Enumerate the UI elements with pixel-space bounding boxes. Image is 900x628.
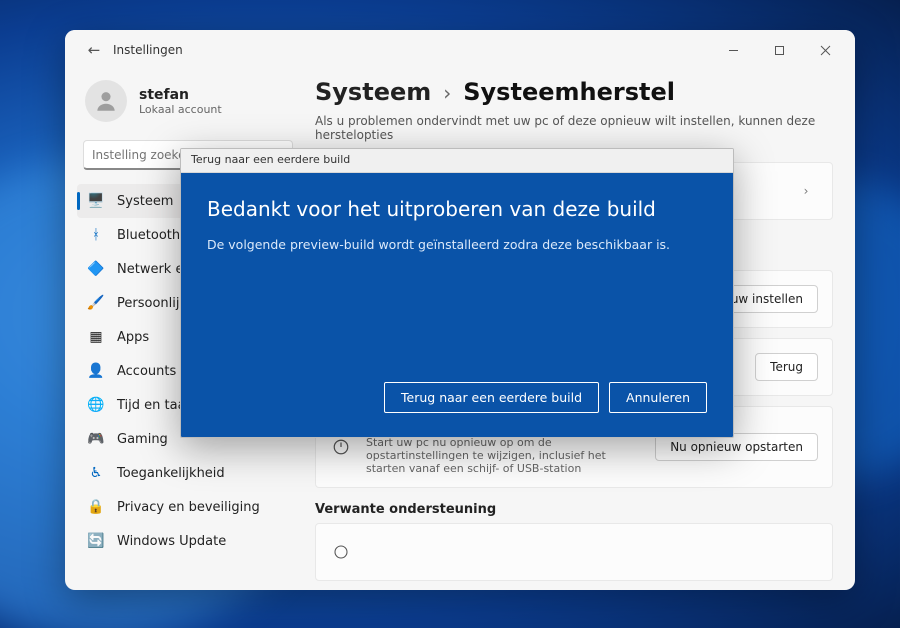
help-icon xyxy=(330,544,352,560)
support-card[interactable] xyxy=(315,523,833,581)
breadcrumb: Systeem › Systeemherstel xyxy=(305,78,833,110)
user-subtitle: Lokaal account xyxy=(139,103,222,116)
window-title: Instellingen xyxy=(113,43,183,57)
sidebar-item-label: Systeem xyxy=(117,194,173,209)
sidebar-item-label: Privacy en beveiliging xyxy=(117,500,260,515)
paint-icon: 🖌️ xyxy=(87,294,105,312)
sidebar-item-privacy[interactable]: 🔒 Privacy en beveiliging xyxy=(77,490,299,524)
user-profile[interactable]: stefan Lokaal account xyxy=(77,78,299,136)
back-button[interactable]: ← xyxy=(83,41,105,59)
user-name: stefan xyxy=(139,87,222,103)
gaming-icon: 🎮 xyxy=(87,430,105,448)
minimize-button[interactable] xyxy=(711,35,755,65)
chevron-right-icon: › xyxy=(794,184,818,198)
dialog-body-text: De volgende preview-build wordt geïnstal… xyxy=(207,237,707,252)
sidebar-item-label: Accounts xyxy=(117,364,176,379)
lock-icon: 🔒 xyxy=(87,498,105,516)
section-heading: Verwante ondersteuning xyxy=(315,502,833,517)
update-icon: 🔄 xyxy=(87,532,105,550)
titlebar: ← Instellingen xyxy=(65,30,855,70)
go-back-button[interactable]: Terug xyxy=(755,353,818,381)
sidebar-item-label: Gaming xyxy=(117,432,168,447)
close-button[interactable] xyxy=(803,35,847,65)
page-title: Systeemherstel xyxy=(463,78,675,106)
accessibility-icon: ♿ xyxy=(87,464,105,482)
sidebar-item-label: Apps xyxy=(117,330,149,345)
sidebar-item-label: Windows Update xyxy=(117,534,226,549)
maximize-button[interactable] xyxy=(757,35,801,65)
globe-icon: 🌐 xyxy=(87,396,105,414)
card-subtitle: Start uw pc nu opnieuw op om de opstarti… xyxy=(366,436,641,475)
accounts-icon: 👤 xyxy=(87,362,105,380)
sidebar-item-update[interactable]: 🔄 Windows Update xyxy=(77,524,299,558)
dialog-heading: Bedankt voor het uitproberen van deze bu… xyxy=(207,197,707,221)
chevron-right-icon: › xyxy=(443,81,451,105)
dialog-title: Terug naar een eerdere build xyxy=(181,149,733,173)
sidebar-item-accessibility[interactable]: ♿ Toegankelijkheid xyxy=(77,456,299,490)
network-icon: 🔷 xyxy=(87,260,105,278)
power-icon xyxy=(330,438,352,456)
avatar-icon xyxy=(85,80,127,122)
breadcrumb-parent[interactable]: Systeem xyxy=(315,78,431,106)
dialog-primary-button[interactable]: Terug naar een eerdere build xyxy=(384,382,599,413)
apps-icon: ▦ xyxy=(87,328,105,346)
go-back-dialog: Terug naar een eerdere build Bedankt voo… xyxy=(180,148,734,438)
bluetooth-icon: ᚼ xyxy=(87,226,105,244)
sidebar-item-label: Toegankelijkheid xyxy=(117,466,225,481)
sidebar-item-label: Tijd en taal xyxy=(117,398,189,413)
system-icon: 🖥️ xyxy=(87,192,105,210)
dialog-cancel-button[interactable]: Annuleren xyxy=(609,382,707,413)
